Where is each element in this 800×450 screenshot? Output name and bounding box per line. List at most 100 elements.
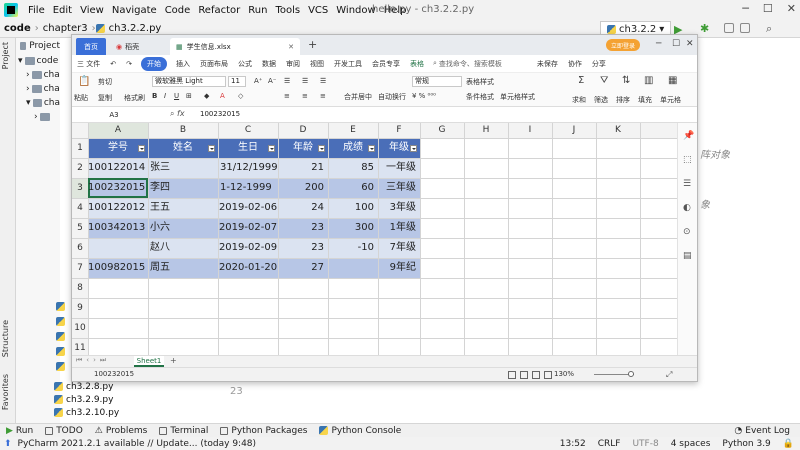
bold-button[interactable]: B (152, 92, 157, 100)
run-tool-button[interactable]: ▶ Run (0, 426, 39, 436)
menu-refactor[interactable]: Refactor (194, 5, 244, 16)
sheet-icon[interactable]: ▤ (683, 251, 692, 261)
menu-page-layout[interactable]: 页面布局 (195, 59, 233, 69)
event-log-button[interactable]: ◔ Event Log (728, 426, 796, 436)
close-icon[interactable]: ✕ (288, 43, 294, 51)
name-box[interactable]: A3 (74, 109, 154, 121)
filter-dropdown-icon[interactable] (410, 145, 417, 152)
column-header-g[interactable]: G (420, 123, 464, 138)
table-cell[interactable]: 21 (278, 158, 328, 178)
align-center-icon[interactable]: ≡ (302, 92, 308, 100)
table-cell[interactable]: 100342013 (88, 218, 148, 238)
sort-icon[interactable]: ⇅ (622, 75, 630, 86)
breadcrumb-file[interactable]: ch3.2.2.py (105, 23, 166, 34)
row-header-6[interactable]: 6 (72, 238, 88, 258)
row-header-10[interactable]: 10 (72, 318, 88, 338)
cut-button[interactable]: 剪切 (98, 77, 112, 87)
menu-view[interactable]: 视图 (305, 59, 329, 69)
tab-favorites[interactable]: Favorites (1, 374, 10, 410)
table-cell[interactable]: 200 (278, 178, 328, 198)
status-caret-position[interactable]: 13:52 (560, 439, 586, 449)
menu-start[interactable]: 开始 (140, 56, 167, 71)
tab-structure[interactable]: Structure (1, 320, 10, 357)
menu-code[interactable]: Code (161, 5, 195, 16)
menu-developer[interactable]: 开发工具 (329, 59, 367, 69)
menu-member[interactable]: 会员专享 (367, 59, 405, 69)
wrap-text-button[interactable]: 自动换行 (378, 92, 406, 102)
status-encoding[interactable]: UTF-8 (632, 439, 658, 449)
reading-view-icon[interactable] (544, 371, 552, 379)
table-style-button[interactable]: 表格样式 (466, 77, 494, 87)
column-header-c[interactable]: C (218, 123, 278, 138)
row-header-5[interactable]: 5 (72, 218, 88, 238)
coverage-icon[interactable] (724, 23, 734, 33)
table-cell[interactable]: 2019-02-09 (218, 238, 278, 258)
column-header-b[interactable]: B (148, 123, 218, 138)
fx-icon[interactable]: fx (177, 109, 185, 118)
tab-home[interactable]: 首页 (76, 38, 106, 55)
table-cell[interactable]: 23 (278, 218, 328, 238)
menu-vcs[interactable]: VCS (304, 5, 332, 16)
menu-data[interactable]: 数据 (257, 59, 281, 69)
column-header-j[interactable]: J (552, 123, 596, 138)
table-cell[interactable]: 100982015 (88, 258, 148, 278)
table-cell[interactable]: 三年级 (378, 178, 420, 198)
minimize-icon[interactable]: ─ (742, 2, 749, 15)
cell-style-button[interactable]: 单元格样式 (500, 92, 535, 102)
status-message[interactable]: PyCharm 2021.2.1 available // Update... … (12, 439, 257, 449)
spreadsheet-grid[interactable]: A B C D E F G H I J K 1 2 3 4 5 6 7 8 9 10 11 学号 姓名 生日 年龄 成绩 年级 1001… (72, 123, 677, 355)
table-cell[interactable]: 3年级 (378, 198, 420, 218)
tree-item[interactable]: ▾ cha (16, 96, 60, 110)
menu-review[interactable]: 审阅 (281, 59, 305, 69)
font-size-select[interactable]: 11 (228, 76, 246, 87)
row-header-8[interactable]: 8 (72, 278, 88, 298)
table-cell[interactable]: 张三 (148, 158, 218, 178)
backup-icon[interactable]: ⊙ (683, 227, 691, 237)
tree-item[interactable]: › cha (16, 82, 60, 96)
lock-icon[interactable]: 🔒 (783, 439, 794, 449)
row-header-11[interactable]: 11 (72, 338, 88, 355)
row-header-4[interactable]: 4 (72, 198, 88, 218)
menu-view[interactable]: View (76, 5, 108, 16)
status-line-separator[interactable]: CRLF (598, 439, 621, 449)
redo-icon[interactable]: ↷ (121, 60, 137, 68)
sheet-tab[interactable]: Sheet1 (134, 356, 164, 367)
row-header-3[interactable]: 3 (72, 178, 88, 198)
problems-tool-button[interactable]: ⚠ Problems (89, 426, 154, 436)
python-console-tool-button[interactable]: Python Console (313, 426, 407, 436)
menu-navigate[interactable]: Navigate (108, 5, 161, 16)
fill-color-icon[interactable]: ◆ (204, 92, 209, 100)
table-cell[interactable]: 9年纪 (378, 258, 420, 278)
pin-icon[interactable]: 📌 (683, 131, 694, 141)
filter-dropdown-icon[interactable] (368, 145, 375, 152)
table-cell[interactable]: 100 (328, 198, 378, 218)
maximize-icon[interactable]: ☐ (672, 39, 680, 49)
undo-icon[interactable]: ↶ (105, 60, 121, 68)
debug-icon[interactable]: ✱ (700, 22, 709, 35)
table-cell[interactable]: 2020-01-20 (218, 258, 278, 278)
new-tab-icon[interactable]: + (308, 38, 317, 51)
border-icon[interactable]: ⊞ (186, 92, 192, 100)
conditional-format-button[interactable]: 条件格式 (466, 92, 494, 102)
zoom-slider-handle[interactable] (628, 371, 634, 377)
increase-font-icon[interactable]: A⁺ (254, 77, 262, 85)
font-name-select[interactable]: 微软雅黑 Light (152, 76, 226, 87)
table-cell[interactable] (88, 238, 148, 258)
breadcrumb-root[interactable]: code (0, 23, 35, 34)
todo-tool-button[interactable]: TODO (39, 426, 89, 436)
stop-icon[interactable] (740, 23, 750, 33)
minimize-icon[interactable]: ─ (656, 39, 661, 49)
filter-dropdown-icon[interactable] (138, 145, 145, 152)
page-layout-icon[interactable] (520, 371, 528, 379)
sheet-navigation-icons[interactable]: ⏮‹›⏭ (76, 356, 110, 365)
align-right-icon[interactable]: ≡ (320, 92, 326, 100)
table-cell[interactable]: 100122014 (88, 158, 148, 178)
add-sheet-icon[interactable]: + (170, 356, 177, 365)
italic-button[interactable]: I (164, 92, 166, 100)
format-painter-button[interactable]: 格式刷 (124, 93, 145, 103)
tree-item[interactable]: ▾ code (16, 54, 60, 68)
zoom-level[interactable]: 130% (554, 370, 574, 378)
formula-input[interactable]: 100232015 (200, 110, 240, 118)
tree-item[interactable]: › cha (16, 68, 60, 82)
tab-project[interactable]: Project (1, 42, 10, 69)
